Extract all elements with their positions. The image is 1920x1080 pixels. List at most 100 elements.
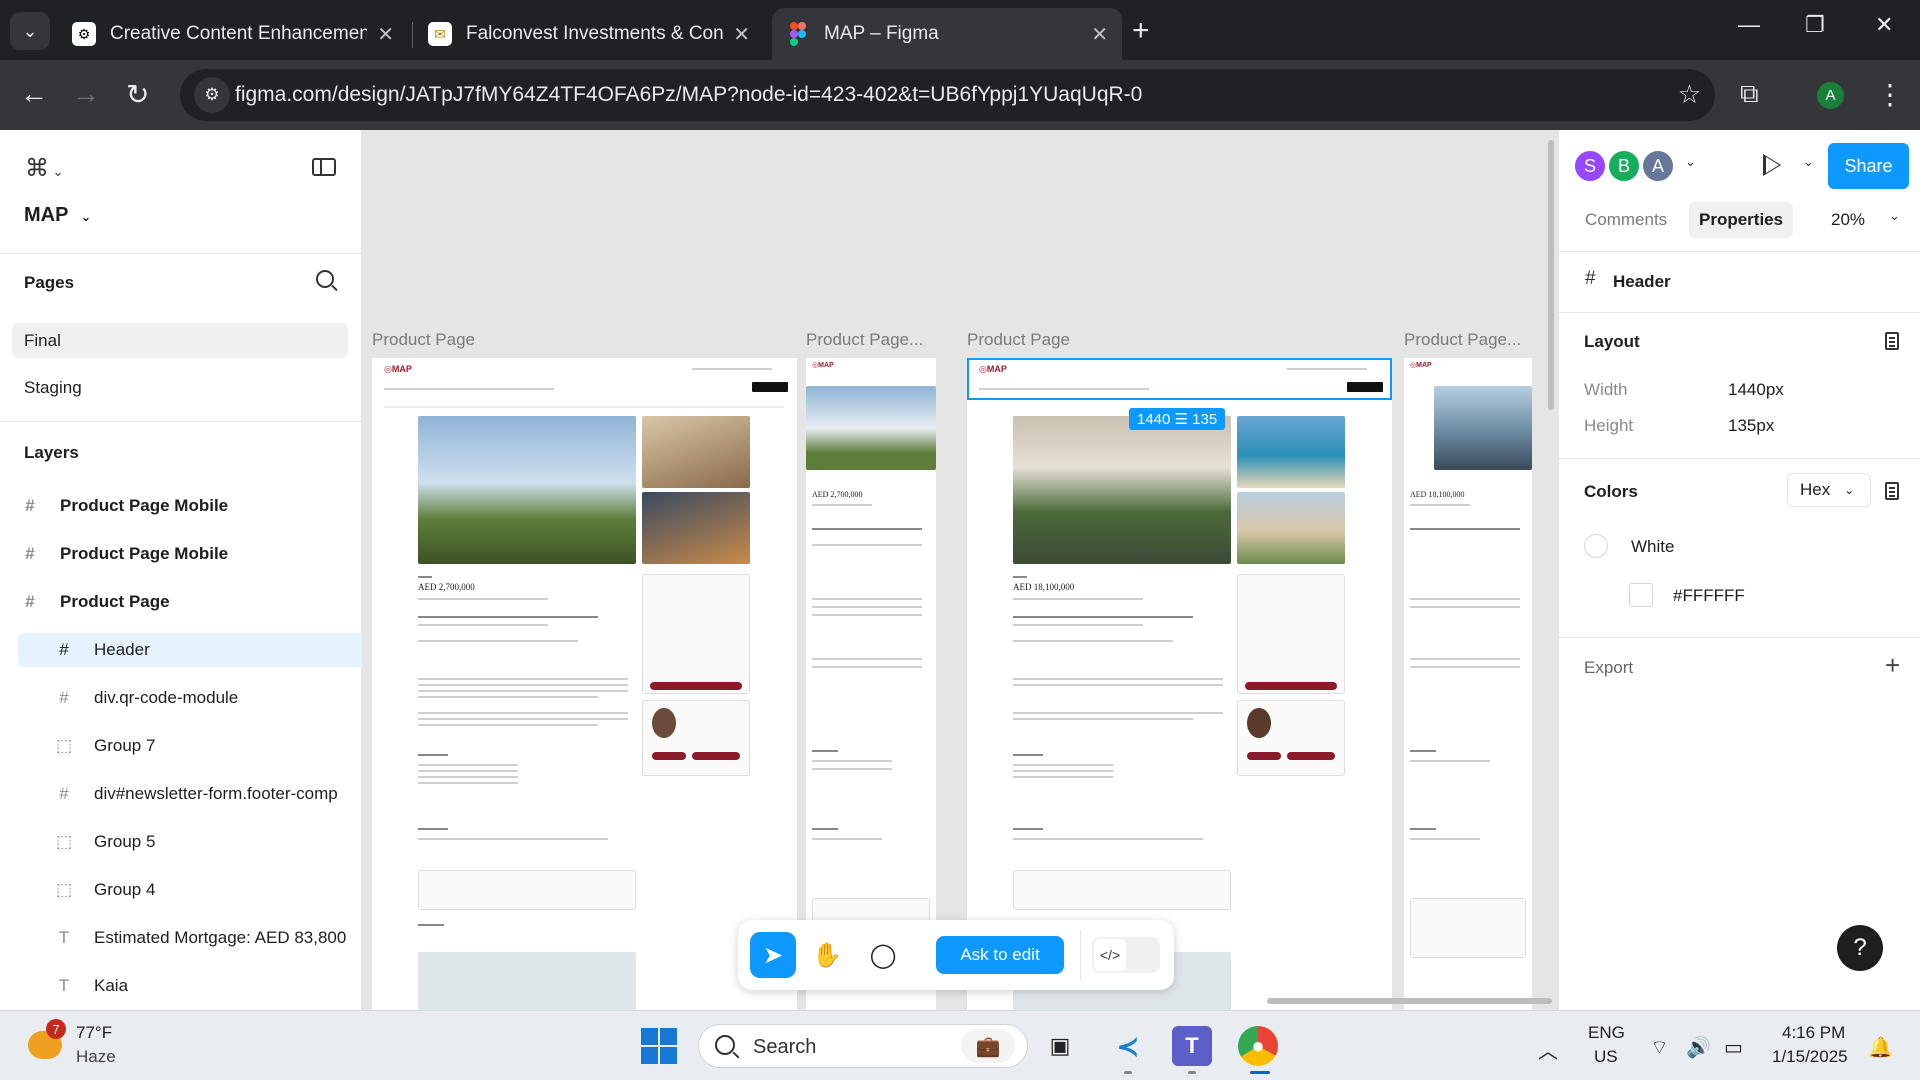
minimize-icon[interactable]: — [1738, 12, 1760, 38]
layer-group-7[interactable]: ⬚ Group 7 [52, 729, 362, 763]
clock-date[interactable]: 1/15/2025 [1772, 1047, 1848, 1067]
ask-to-edit-button[interactable]: Ask to edit [936, 936, 1064, 974]
figma-menu-icon[interactable]: ⌘ ⌄ [25, 154, 64, 183]
text-line [812, 614, 922, 616]
zoom-level[interactable]: 20% [1831, 210, 1865, 230]
clipboard-icon[interactable] [1885, 482, 1899, 500]
address-bar[interactable]: ⚙ figma.com/design/JATpJ7fMY64Z4TF4OFA6P… [180, 69, 1715, 121]
layer-header[interactable]: # Header [18, 633, 362, 667]
tab-properties[interactable]: Properties [1689, 202, 1794, 238]
comment-tool-icon[interactable]: ◯ [860, 932, 906, 978]
hand-tool-icon[interactable]: ✋ [804, 932, 850, 978]
color-name[interactable]: White [1631, 537, 1674, 557]
canvas-vertical-scrollbar[interactable] [1548, 140, 1554, 410]
url-text[interactable]: figma.com/design/JATpJ7fMY64Z4TF4OFA6Pz/… [235, 83, 1142, 107]
chevron-down-icon[interactable]: ⌄ [1685, 154, 1696, 170]
chrome-icon[interactable]: ● [1238, 1026, 1278, 1066]
frame-label[interactable]: Product Page [372, 330, 475, 350]
frame-product-page-mobile[interactable]: ◎MAP AED 2,700,000 [806, 358, 936, 1010]
battery-icon[interactable]: ▭ [1724, 1035, 1743, 1060]
frame-label[interactable]: Product Page... [1404, 330, 1521, 350]
show-hidden-icons-chevron-icon[interactable]: ︿ [1538, 1035, 1558, 1064]
selection-size-tag: 1440 ☰ 135 [1129, 408, 1226, 430]
clipboard-icon[interactable] [1885, 332, 1899, 350]
collaborator-avatar[interactable]: A [1641, 149, 1675, 183]
color-format-dropdown[interactable]: Hex ⌄ [1787, 473, 1871, 507]
width-value[interactable]: 1440px [1728, 380, 1784, 400]
reload-icon[interactable]: ↻ [126, 78, 149, 111]
share-button[interactable]: Share [1828, 143, 1909, 189]
tab-falconvest[interactable]: ✉ Falconvest Investments & Cons ✕ [414, 8, 764, 60]
taskbar-search[interactable]: Search 💼 [698, 1024, 1028, 1068]
search-icon[interactable] [316, 270, 334, 288]
collaborator-avatar[interactable]: S [1573, 149, 1607, 183]
selection-name[interactable]: Header [1613, 272, 1671, 292]
page-item-final[interactable]: Final [12, 323, 348, 358]
nav-menu [384, 388, 554, 390]
frame-product-page-mobile[interactable]: ◎MAP AED 18,100,000 [1404, 358, 1532, 1010]
region-indicator[interactable]: US [1594, 1047, 1618, 1067]
extensions-icon[interactable]: ⧉ [1740, 78, 1759, 110]
dev-mode-toggle[interactable]: </> [1092, 937, 1160, 973]
layer-product-page-mobile[interactable]: # Product Page Mobile [18, 489, 362, 523]
wifi-icon[interactable]: ⌔ [1650, 1035, 1669, 1060]
site-info-icon[interactable]: ⚙ [194, 77, 230, 113]
tab-search-button[interactable]: ⌄ [10, 12, 50, 50]
layer-newsletter-form[interactable]: # div#newsletter-form.footer-comp [52, 777, 362, 811]
layer-product-page[interactable]: # Product Page [18, 585, 362, 619]
layer-kaia[interactable]: T Kaia [52, 969, 362, 1003]
frame-label[interactable]: Product Page... [806, 330, 923, 350]
chevron-down-icon[interactable]: ⌄ [1889, 208, 1900, 224]
present-play-icon[interactable] [1763, 154, 1781, 176]
color-hex-value[interactable]: #FFFFFF [1673, 586, 1745, 606]
chevron-down-icon[interactable]: ⌄ [1803, 154, 1814, 170]
language-indicator[interactable]: ENG [1588, 1023, 1625, 1043]
tab-figma[interactable]: MAP – Figma ✕ [772, 8, 1122, 60]
close-tab-icon[interactable]: ✕ [1091, 22, 1108, 47]
weather-temperature[interactable]: 77°F [76, 1023, 112, 1043]
file-name[interactable]: MAP ⌄ [24, 204, 91, 227]
text-line [1410, 666, 1520, 668]
restore-icon[interactable]: ❐ [1805, 12, 1825, 38]
volume-icon[interactable]: 🔊 [1686, 1035, 1711, 1060]
tab-comments[interactable]: Comments [1575, 202, 1677, 238]
vscode-icon[interactable]: ≺ [1108, 1026, 1148, 1066]
move-tool-cursor-icon[interactable]: ➤ [750, 932, 796, 978]
tab-title: Falconvest Investments & Cons [466, 23, 724, 44]
back-icon[interactable]: ← [20, 78, 48, 110]
close-tab-icon[interactable]: ✕ [377, 22, 394, 47]
collaborator-avatar[interactable]: B [1607, 149, 1641, 183]
profile-avatar[interactable]: A [1817, 82, 1844, 109]
canvas-horizontal-scrollbar[interactable] [1267, 998, 1552, 1004]
teams-icon[interactable]: T [1172, 1026, 1212, 1066]
windows-start-icon[interactable] [641, 1028, 677, 1064]
text-line [1013, 764, 1113, 766]
layer-product-page-mobile[interactable]: # Product Page Mobile [18, 537, 362, 571]
file-explorer-icon[interactable]: ▣ [1040, 1026, 1080, 1066]
layer-group-4[interactable]: ⬚ Group 4 [52, 873, 362, 907]
text-line [1013, 718, 1193, 720]
height-value[interactable]: 135px [1728, 416, 1774, 436]
layer-estimated-mortgage[interactable]: T Estimated Mortgage: AED 83,800 [52, 921, 362, 955]
forward-icon[interactable]: → [72, 78, 100, 110]
close-window-icon[interactable]: ✕ [1875, 12, 1893, 38]
panel-toggle-icon[interactable] [312, 158, 336, 176]
chrome-menu-icon[interactable]: ⋮ [1876, 78, 1904, 111]
new-tab-icon[interactable]: + [1132, 14, 1150, 48]
close-tab-icon[interactable]: ✕ [733, 22, 750, 47]
frame-product-page-selected[interactable]: ◎MAP 1440 ☰ 135 AED 18,100,000 [967, 358, 1392, 1010]
selected-header-outline[interactable] [967, 358, 1392, 400]
notification-bell-icon[interactable]: 🔔 [1868, 1035, 1893, 1060]
help-button[interactable]: ? [1837, 925, 1883, 971]
weather-description[interactable]: Haze [76, 1047, 116, 1067]
figma-canvas[interactable]: Product Page ◎MAP AED 2,700,000 Product … [362, 130, 1558, 1010]
page-item-staging[interactable]: Staging [12, 370, 348, 405]
frame-label[interactable]: Product Page [967, 330, 1070, 350]
bookmark-star-icon[interactable]: ☆ [1678, 79, 1701, 110]
layer-qr-code-module[interactable]: # div.qr-code-module [52, 681, 362, 715]
frame-product-page[interactable]: ◎MAP AED 2,700,000 [372, 358, 797, 1010]
tab-creative-content[interactable]: ⚙ Creative Content Enhancement ✕ [58, 8, 408, 60]
layer-group-5[interactable]: ⬚ Group 5 [52, 825, 362, 859]
add-export-plus-icon[interactable]: + [1885, 650, 1900, 681]
clock-time[interactable]: 4:16 PM [1782, 1023, 1845, 1043]
